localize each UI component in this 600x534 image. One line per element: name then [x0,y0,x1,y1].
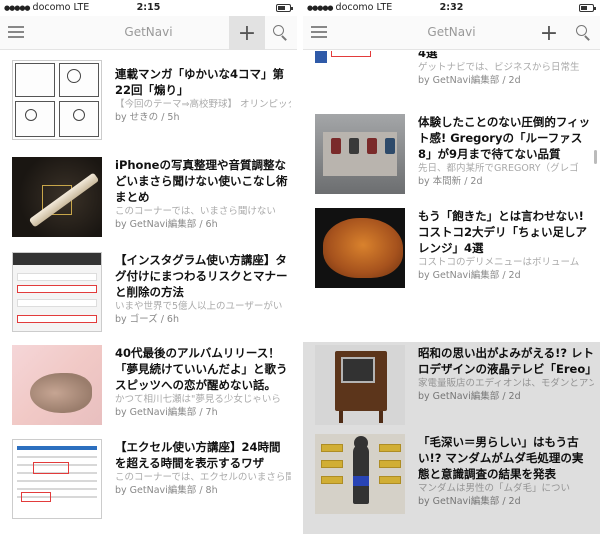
article-title[interactable]: 4選 [418,51,594,61]
gregory-store-thumbnail [315,114,405,194]
add-button[interactable]: + [229,16,265,50]
nav-bar: GetNavi + [0,16,297,50]
status-bar: ●●●●● docomo LTE 2:15 [0,0,297,16]
battery-icon [276,4,293,12]
scroll-indicator[interactable] [594,150,597,164]
add-button[interactable]: + [531,16,567,50]
business-ui-thumbnail [315,51,405,95]
article-meta: by GetNavi編集部 / 6h [115,219,218,230]
article-excerpt: 先日、都内某所でGREGORY（グレゴ [418,163,579,174]
article-item[interactable]: 体験したことのない圧倒的フィット感! Gregoryの「ルーファス8」が9月まで… [303,114,600,206]
nav-bar: GetNavi + [303,16,600,50]
article-title[interactable]: もう「飽きた」とは言わせない! コストコ2大デリ「ちょい足しアレンジ」4選 [418,208,594,256]
article-title[interactable]: 【インスタグラム使い方講座】タグ付けにまつわるリスクとマナーと削除の方法 [115,252,291,300]
instagram-settings-thumbnail [12,252,102,332]
article-item[interactable]: iPhoneの写真整理や音質調整などいまさら聞けない使いこなし術まとめ このコー… [0,157,297,249]
article-item[interactable]: もう「飽きた」とは言わせない! コストコ2大デリ「ちょい足しアレンジ」4選 コス… [303,208,600,300]
roast-chicken-thumbnail [315,208,405,288]
clock: 2:32 [439,2,464,13]
manga-comic-thumbnail [12,60,102,140]
search-icon[interactable] [576,25,592,41]
article-meta: by GetNavi編集部 / 7h [115,407,218,418]
clock: 2:15 [136,2,161,13]
article-excerpt: 【今回のテーマ⇒高校野球】 オリンピックとともに、夏の甲子園が終わっち [115,99,291,110]
search-icon[interactable] [273,25,289,41]
spitz-album-thumbnail [12,345,102,425]
article-meta: by せきの / 5h [115,112,180,123]
article-item[interactable]: 40代最後のアルバムリリース！「夢見続けていいんだよ」と歌うスピッツへの恋が醒め… [0,345,297,437]
article-excerpt: ゲットナビでは、ビジネスから日常生 [418,62,580,73]
article-excerpt: いまや世界で5億人以上のユーザーがい [115,301,283,312]
article-title[interactable]: 連載マンガ「ゆかいな4コマ」第22回「煽り」 [115,66,291,98]
article-meta: by GetNavi編集部 / 8h [115,485,218,496]
phone-screen-left: ●●●●● docomo LTE 2:15 GetNavi + 連載マンガ「ゆか… [0,0,297,534]
status-bar: ●●●●● docomo LTE 2:32 [303,0,600,16]
battery-icon [579,4,596,12]
article-feed[interactable]: 4選 ゲットナビでは、ビジネスから日常生 by GetNavi編集部 / 2d … [303,51,600,534]
article-item[interactable]: 【エクセル使い方講座】24時間を超える時間を表示するワザ このコーナーでは、エク… [0,439,297,531]
article-feed[interactable]: 連載マンガ「ゆかいな4コマ」第22回「煽り」 【今回のテーマ⇒高校野球】 オリン… [0,51,297,534]
dim-overlay [303,342,600,534]
article-excerpt: かつて相川七瀬は"夢見る少女じゃいら [115,394,281,405]
article-excerpt: このコーナーでは、いまさら聞けない [115,206,276,217]
iphone-accessory-thumbnail [12,157,102,237]
excel-window-thumbnail [12,439,102,519]
article-meta: by ゴーズ / 6h [115,314,180,325]
article-item[interactable]: 連載マンガ「ゆかいな4コマ」第22回「煽り」 【今回のテーマ⇒高校野球】 オリン… [0,60,297,158]
article-item[interactable]: 【インスタグラム使い方講座】タグ付けにまつわるリスクとマナーと削除の方法 いまや… [0,252,297,344]
article-title[interactable]: 体験したことのない圧倒的フィット感! Gregoryの「ルーファス8」が9月まで… [418,114,594,162]
article-title[interactable]: 40代最後のアルバムリリース！「夢見続けていいんだよ」と歌うスピッツへの恋が醒め… [115,345,291,393]
article-excerpt: このコーナーでは、エクセルのいまさら聞けない基本的な機能や、達人が使 [115,472,291,483]
article-title[interactable]: iPhoneの写真整理や音質調整などいまさら聞けない使いこなし術まとめ [115,157,291,205]
article-meta: by GetNavi編集部 / 2d [418,270,521,281]
article-title[interactable]: 【エクセル使い方講座】24時間を超える時間を表示するワザ [115,439,291,471]
article-excerpt: コストコのデリメニューはボリューム [418,257,580,268]
article-meta: by 本間新 / 2d [418,176,483,187]
phone-screen-right: ●●●●● docomo LTE 2:32 GetNavi + 4選 ゲットナビ… [303,0,600,534]
article-meta: by GetNavi編集部 / 2d [418,75,521,86]
